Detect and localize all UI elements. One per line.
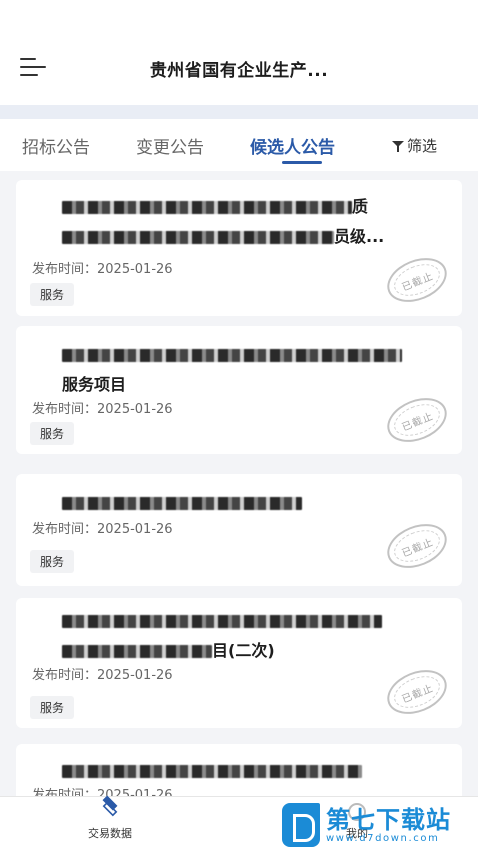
redacted-text <box>62 349 402 362</box>
card-title <box>62 488 426 518</box>
publish-date: 发布时间：2025-01-26 <box>32 402 173 417</box>
filter-icon <box>392 140 404 152</box>
header-divider <box>0 105 478 119</box>
tab-bar: 招标公告 变更公告 候选人公告 筛选 <box>0 119 478 171</box>
publish-date: 发布时间：2025-01-26 <box>32 788 173 796</box>
card-title-text-1: 质 <box>352 197 369 216</box>
publish-date: 发布时间：2025-01-26 <box>32 262 173 277</box>
nav-label: 交易数据 <box>88 827 132 840</box>
watermark-url: www.d7down.com <box>326 832 440 844</box>
announcement-card[interactable]: 发布时间：2025-01-26 服务 已截止 <box>16 474 462 586</box>
redacted-text <box>62 615 382 628</box>
watermark-text: 第七下载站 <box>326 805 451 834</box>
closed-stamp: 已截止 <box>380 661 454 723</box>
redacted-text <box>62 201 352 214</box>
tab-change-notice[interactable]: 变更公告 <box>136 133 204 158</box>
card-title: 服务项目 <box>62 340 426 400</box>
stamp-text: 已截止 <box>400 410 436 434</box>
layers-icon <box>99 795 121 821</box>
redacted-text <box>62 497 302 510</box>
active-tab-indicator <box>282 161 322 164</box>
stamp-text: 已截止 <box>400 536 436 560</box>
announcement-list[interactable]: 质 员级... 发布时间：2025-01-26 服务 已截止 服务项目 发布时间… <box>0 171 478 796</box>
redacted-text <box>62 765 362 778</box>
nav-trade-data[interactable]: 交易数据 <box>88 795 132 841</box>
watermark-logo-icon <box>282 803 320 847</box>
category-tag: 服务 <box>30 550 75 573</box>
closed-stamp: 已截止 <box>380 249 454 311</box>
redacted-text <box>62 645 212 658</box>
announcement-card[interactable]: 服务项目 发布时间：2025-01-26 服务 已截止 <box>16 326 462 454</box>
tab-tender-notice[interactable]: 招标公告 <box>22 133 90 158</box>
announcement-card[interactable]: 发布时间：2025-01-26 <box>16 744 462 796</box>
stamp-text: 已截止 <box>400 270 436 294</box>
filter-button[interactable]: 筛选 <box>392 135 437 156</box>
card-title: 质 员级... <box>62 192 426 252</box>
tab-candidate-notice[interactable]: 候选人公告 <box>250 133 335 158</box>
announcement-card[interactable]: 质 员级... 发布时间：2025-01-26 服务 已截止 <box>16 180 462 316</box>
announcement-card[interactable]: 目(二次) 发布时间：2025-01-26 服务 已截止 <box>16 598 462 728</box>
card-title: 目(二次) <box>62 606 426 666</box>
card-title-text-2: 员级... <box>334 227 385 246</box>
card-title <box>62 756 426 786</box>
category-tag: 服务 <box>30 422 75 445</box>
filter-label: 筛选 <box>407 137 438 155</box>
app-header: 贵州省国有企业生产... <box>0 0 478 105</box>
category-tag: 服务 <box>30 696 75 719</box>
site-watermark: 第七下载站 www.d7down.com <box>282 800 478 850</box>
card-title-text-2: 服务项目 <box>62 375 127 394</box>
category-tag: 服务 <box>30 283 75 306</box>
closed-stamp: 已截止 <box>380 515 454 577</box>
page-title: 贵州省国有企业生产... <box>149 61 329 81</box>
stamp-text: 已截止 <box>400 682 436 706</box>
redacted-text <box>62 231 334 244</box>
publish-date: 发布时间：2025-01-26 <box>32 668 173 683</box>
card-title-text-2: 目(二次) <box>212 641 275 660</box>
publish-date: 发布时间：2025-01-26 <box>32 522 173 537</box>
